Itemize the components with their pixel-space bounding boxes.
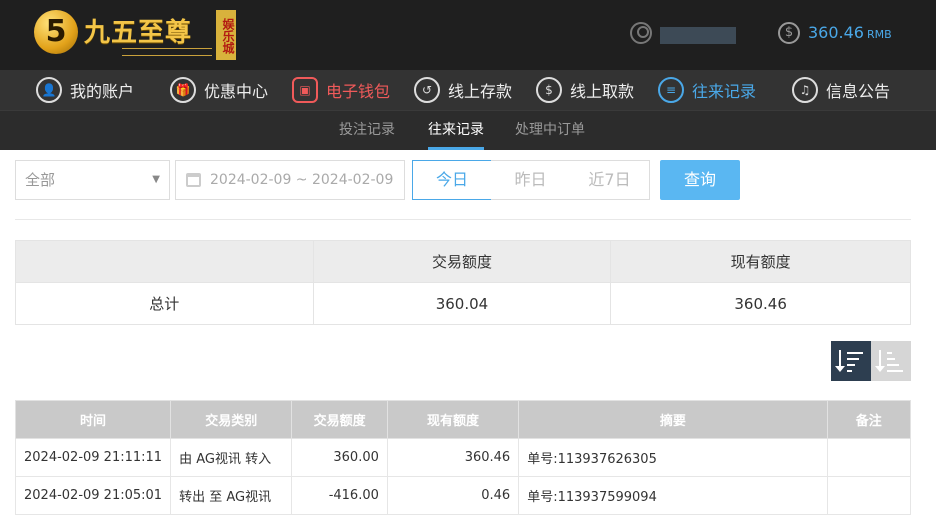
cell-summary: 单号:113937626305 [518, 438, 828, 477]
main-nav: 👤 我的账户 🎁 优惠中心 ▣ 电子钱包 ↺ 线上存款 $ 线上取款 ≡ 往来记… [0, 70, 936, 111]
nav-label: 线上存款 [448, 82, 513, 101]
today-button[interactable]: 今日 [412, 160, 492, 200]
date-range-input[interactable]: 2024-02-09 ~ 2024-02-09 [175, 160, 405, 200]
table-row[interactable]: 2024-02-09 21:11:11 由 AG视讯 转入 360.00 360… [14, 438, 912, 477]
cell-time: 2024-02-09 21:05:01 [14, 476, 172, 515]
bell-icon: ♫ [792, 77, 818, 103]
nav-online-deposit[interactable]: ↺ 线上存款 [414, 70, 512, 110]
top-header: 5 九五至尊 娱乐城 $ 360.46 RMB [0, 0, 936, 70]
col-header-type[interactable]: 交易类别 [170, 400, 293, 439]
summary-total-row: 总计 360.04 360.46 [15, 282, 911, 325]
coin-icon: $ [778, 22, 800, 44]
calendar-icon [186, 173, 201, 187]
summary-header: 现有额度 [610, 240, 911, 283]
cell-summary: 单号:113937599094 [518, 476, 828, 515]
sort-ascending-button[interactable] [871, 341, 911, 381]
table-row[interactable]: 2024-02-09 21:05:01 转出 至 AG视讯 -416.00 0.… [14, 476, 912, 515]
nav-label: 我的账户 [70, 82, 135, 101]
gift-icon: 🎁 [170, 77, 196, 103]
total-label: 总计 [15, 282, 314, 325]
site-logo[interactable]: 5 九五至尊 娱乐城 [34, 8, 244, 60]
sort-descending-button[interactable] [831, 341, 871, 381]
wallet-icon: ▣ [292, 77, 318, 103]
cell-note [826, 438, 912, 477]
records-header-row: 时间 交易类别 交易额度 现有额度 摘要 备注 [14, 400, 912, 439]
tab-transaction-records[interactable]: 往来记录 [428, 111, 484, 150]
divider [15, 219, 911, 220]
tab-pending-orders[interactable]: 处理中订单 [515, 111, 585, 150]
search-button[interactable]: 查询 [660, 160, 740, 200]
balance-value: 360.46 [808, 23, 864, 42]
nav-label: 线上取款 [570, 82, 635, 101]
cell-note [826, 476, 912, 515]
summary-header [15, 240, 314, 283]
type-select-value: 全部 [25, 171, 56, 189]
col-header-summary[interactable]: 摘要 [518, 400, 828, 439]
cell-amount: 360.00 [291, 438, 388, 477]
total-trade-amount: 360.04 [312, 282, 612, 325]
logo-flourish [122, 48, 212, 56]
nav-label: 电子钱包 [326, 82, 391, 101]
logo-text: 九五至尊 [84, 18, 193, 48]
type-select[interactable]: 全部 ▼ [15, 160, 170, 200]
cell-type: 由 AG视讯 转入 [170, 438, 293, 477]
last-7-days-button[interactable]: 近7日 [570, 160, 650, 200]
yesterday-button[interactable]: 昨日 [491, 160, 571, 200]
summary-header: 交易额度 [312, 240, 612, 283]
nav-my-account[interactable]: 👤 我的账户 [36, 70, 134, 110]
col-header-amount[interactable]: 交易额度 [291, 400, 388, 439]
chevron-down-icon: ▼ [152, 174, 160, 185]
logo-mark: 5 [34, 10, 78, 54]
cell-type: 转出 至 AG视讯 [170, 476, 293, 515]
records-icon: ≡ [658, 77, 684, 103]
col-header-balance[interactable]: 现有额度 [386, 400, 520, 439]
deposit-icon: ↺ [414, 77, 440, 103]
col-header-time[interactable]: 时间 [14, 400, 172, 439]
username-redacted [660, 27, 736, 44]
summary-table: 交易额度 现有额度 总计 360.04 360.46 [15, 240, 911, 325]
sub-nav: 投注记录 往来记录 处理中订单 [0, 111, 936, 150]
cell-balance: 360.46 [386, 438, 520, 477]
user-avatar-icon[interactable] [630, 22, 652, 44]
nav-label: 信息公告 [826, 82, 891, 101]
cell-balance: 0.46 [386, 476, 520, 515]
nav-label: 往来记录 [692, 82, 757, 101]
account-balance: 360.46 RMB [808, 23, 892, 42]
records-table: 时间 交易类别 交易额度 现有额度 摘要 备注 2024-02-09 21:11… [14, 400, 912, 515]
summary-header-row: 交易额度 现有额度 [15, 240, 911, 283]
balance-currency: RMB [866, 28, 892, 41]
nav-transaction-records[interactable]: ≡ 往来记录 [658, 70, 756, 110]
tab-bet-records[interactable]: 投注记录 [339, 111, 395, 150]
col-header-note[interactable]: 备注 [826, 400, 912, 439]
nav-online-withdraw[interactable]: $ 线上取款 [536, 70, 634, 110]
nav-promotions[interactable]: 🎁 优惠中心 [170, 70, 268, 110]
date-range-value: 2024-02-09 ~ 2024-02-09 [210, 172, 394, 188]
logo-badge: 娱乐城 [216, 10, 236, 60]
total-current-amount: 360.46 [610, 282, 911, 325]
user-icon: 👤 [36, 77, 62, 103]
cell-time: 2024-02-09 21:11:11 [14, 438, 172, 477]
nav-e-wallet[interactable]: ▣ 电子钱包 [292, 70, 390, 110]
nav-label: 优惠中心 [204, 82, 269, 101]
nav-announcements[interactable]: ♫ 信息公告 [792, 70, 890, 110]
cell-amount: -416.00 [291, 476, 388, 515]
withdraw-icon: $ [536, 77, 562, 103]
